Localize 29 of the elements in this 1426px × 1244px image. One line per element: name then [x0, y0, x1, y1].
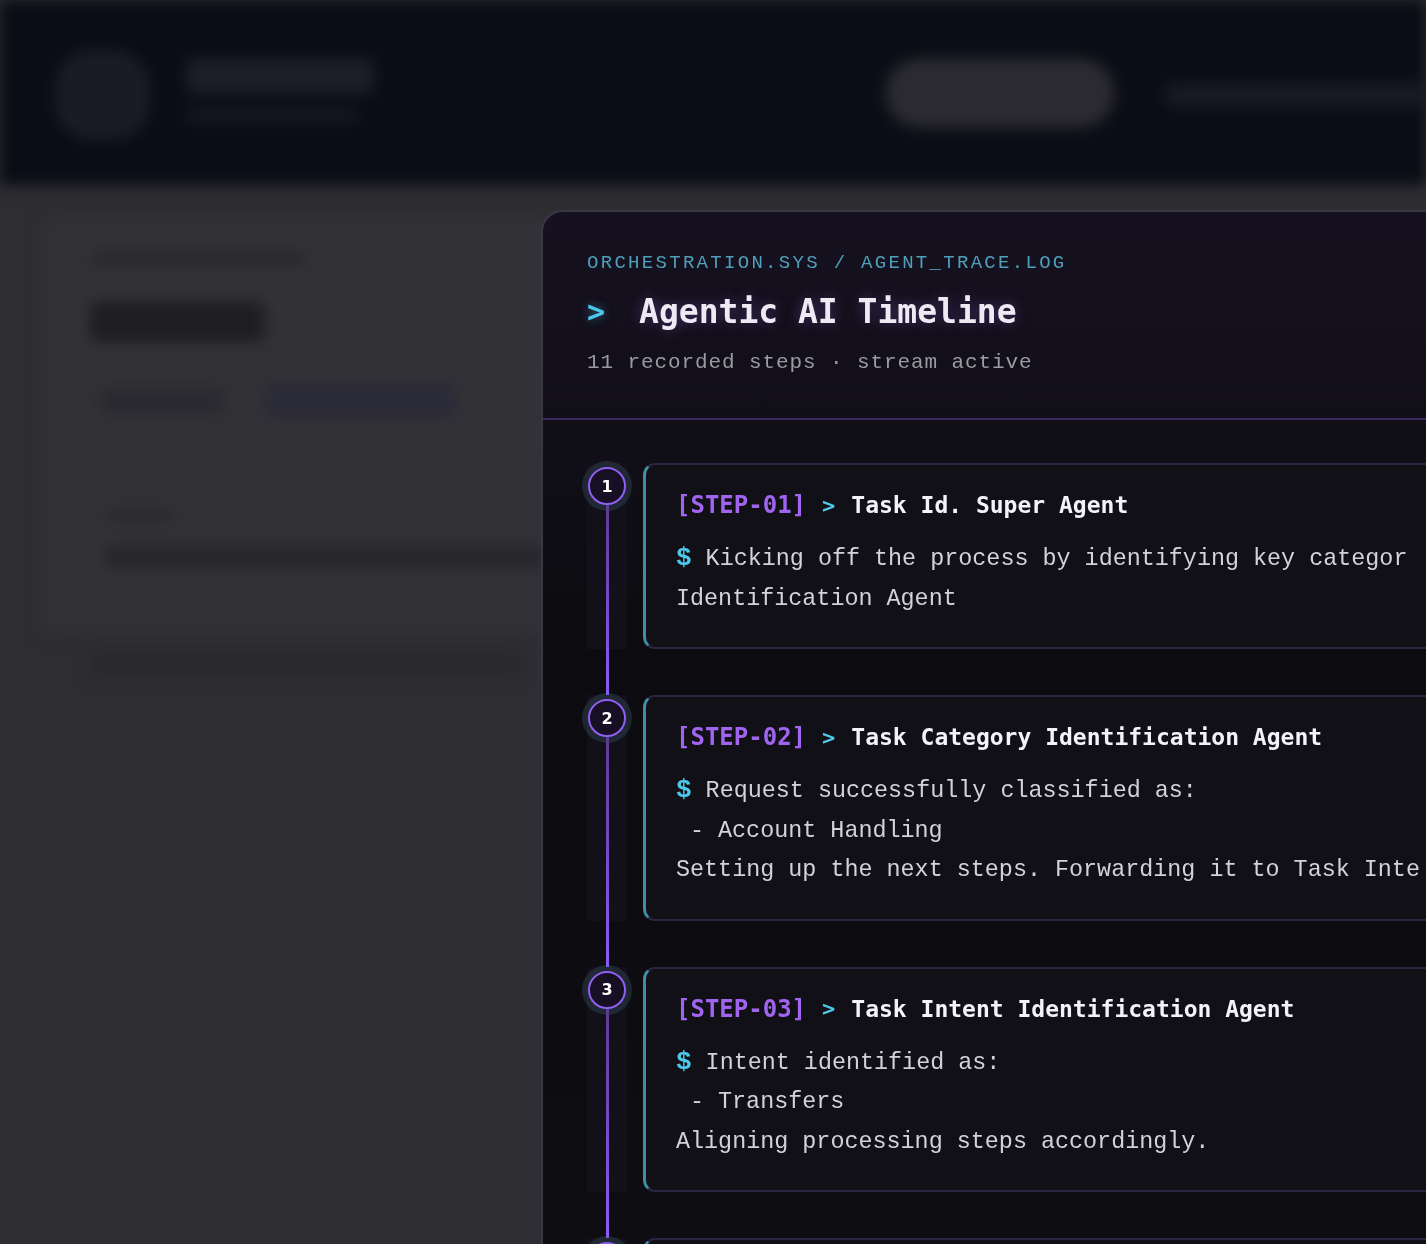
log-line: Request successfully classified as:: [705, 777, 1197, 806]
log-line: Account Handling: [718, 816, 943, 846]
arrow-glyph: >: [822, 492, 836, 518]
step-number: 2: [588, 699, 626, 737]
log-line: Setting up the next steps. Forwarding it to Task Inte: [676, 856, 1420, 885]
arrow-glyph: >: [822, 724, 836, 750]
step-number: 1: [588, 467, 626, 505]
step-title: Task Id. Super Agent: [851, 492, 1129, 518]
arrow-glyph: >: [822, 996, 836, 1021]
breadcrumb: ORCHESTRATION.SYS / AGENT_TRACE.LOG: [587, 252, 1068, 274]
step-number: 3: [588, 970, 626, 1009]
log-line: Aligning processing steps accordingly.: [676, 1127, 1210, 1157]
list-dash: -: [690, 1088, 705, 1117]
step-title: Task Intent Identification Agent: [851, 995, 1295, 1022]
list-dash: -: [690, 816, 705, 846]
step-tag: [STEP-03]: [676, 994, 807, 1023]
prompt-glyph: >: [587, 294, 606, 329]
log-line: Identification Agent: [676, 584, 957, 614]
log-line: Intent identified as:: [705, 1048, 1001, 1078]
panel-title: Agentic AI Timeline: [639, 292, 1017, 331]
log-line: Kicking off the process by identifying key categor: [705, 545, 1408, 574]
step-tag: [STEP-01]: [676, 491, 807, 519]
log-line: Transfers: [718, 1088, 845, 1117]
step-title: Task Category Identification Agent: [851, 724, 1323, 750]
dollar-prompt: $: [676, 542, 692, 575]
dollar-prompt: $: [676, 1045, 692, 1079]
dollar-prompt: $: [676, 774, 692, 807]
step-tag: [STEP-02]: [676, 723, 807, 751]
panel-subtitle: 11 recorded steps · stream active: [587, 351, 1034, 374]
